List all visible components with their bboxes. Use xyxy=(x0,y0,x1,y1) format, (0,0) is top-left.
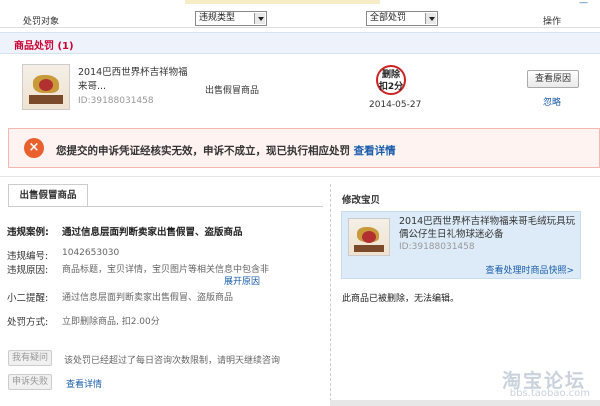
panel-divider xyxy=(330,184,331,406)
edit-item-title: 修改宝贝 xyxy=(342,195,381,206)
snapshot-thumbnail xyxy=(348,218,390,256)
alert-details-link[interactable]: 查看详情 xyxy=(354,145,396,157)
penalty-stamp: 删除 扣2分 xyxy=(376,65,406,95)
error-icon: × xyxy=(24,138,44,158)
snapshot-info: 2014巴西世界杯吉祥物福来哥毛绒玩具玩偶公仔生日礼物球迷必备 ID:39188… xyxy=(399,215,579,254)
stamp-text: 删除 扣2分 xyxy=(378,70,404,92)
question-note: 该处罚已经超过了每日咨询次数限制，请明天继续咨询 xyxy=(64,356,281,366)
penalty-status-value: 全部处罚 xyxy=(370,13,407,23)
case-value: 通过信息层面判断卖家出售假冒、盗版商品 xyxy=(62,227,243,238)
violation-id-value: 1042653030 xyxy=(62,248,120,258)
alert-text: 您提交的申诉凭证经核实无效，申诉不成立，现已执行相应处罚 xyxy=(56,145,350,157)
expand-reason-link[interactable]: 展开原因 xyxy=(224,274,260,287)
snapshot-link[interactable]: 查看处理时商品快照> xyxy=(485,263,574,276)
product-name[interactable]: 2014巴西世界杯吉祥物福来哥... xyxy=(78,66,190,94)
chevron-down-icon xyxy=(254,13,265,24)
tab-underline xyxy=(8,206,323,207)
product-id: ID:39188031458 xyxy=(78,96,154,106)
watermark-url: bbs.taobao.com xyxy=(509,388,590,399)
bottom-scroll-area xyxy=(330,400,600,406)
violation-type-select[interactable]: 违规类型 xyxy=(195,11,267,26)
punishment-label: 处罚方式: xyxy=(7,317,49,328)
top-link[interactable]: — xyxy=(579,0,588,8)
ignore-link[interactable]: 忽略 xyxy=(543,95,561,108)
product-info: 2014巴西世界杯吉祥物福来哥... ID:39188031458 xyxy=(78,66,190,108)
section-header xyxy=(0,32,600,54)
product-thumbnail[interactable] xyxy=(22,64,70,110)
violation-cause-label: 违规原因: xyxy=(7,265,49,276)
appeal-details-link[interactable]: 查看详情 xyxy=(66,377,102,390)
tip-label: 小二提醒: xyxy=(7,293,49,304)
top-strip xyxy=(185,0,380,4)
deleted-note: 此商品已被删除，无法编辑。 xyxy=(342,294,460,304)
punishment-value: 立即删除商品, 扣2.00分 xyxy=(62,317,160,327)
col-object-label: 处罚对象 xyxy=(23,17,60,27)
tip-value: 通过信息层面判断卖家出售假冒、盗版商品 xyxy=(62,293,234,303)
violation-type-value: 违规类型 xyxy=(199,13,236,23)
question-button[interactable]: 我有疑问 xyxy=(8,350,52,366)
section-title: 商品处罚 (1) xyxy=(14,41,74,52)
alert-message: 您提交的申诉凭证经核实无效，申诉不成立，现已执行相应处罚 查看详情 xyxy=(56,143,396,158)
table-header xyxy=(0,0,600,28)
chevron-down-icon xyxy=(425,13,436,24)
violation-id-label: 违规编号: xyxy=(7,251,49,262)
penalty-date: 2014-05-27 xyxy=(369,100,422,110)
penalty-status-select[interactable]: 全部处罚 xyxy=(366,11,438,26)
col-action-label: 操作 xyxy=(543,17,562,27)
snapshot-name: 2014巴西世界杯吉祥物福来哥毛绒玩具玩偶公仔生日礼物球迷必备 xyxy=(399,216,576,240)
appeal-failed-button[interactable]: 申诉失败 xyxy=(8,374,52,390)
tab-counterfeit[interactable]: 出售假冒商品 xyxy=(8,184,88,206)
view-reason-button[interactable]: 查看原因 xyxy=(527,70,579,88)
snapshot-id: ID:39188031458 xyxy=(399,242,475,252)
case-label: 违规案例: xyxy=(7,227,49,238)
violation-reason: 出售假冒商品 xyxy=(205,86,260,96)
